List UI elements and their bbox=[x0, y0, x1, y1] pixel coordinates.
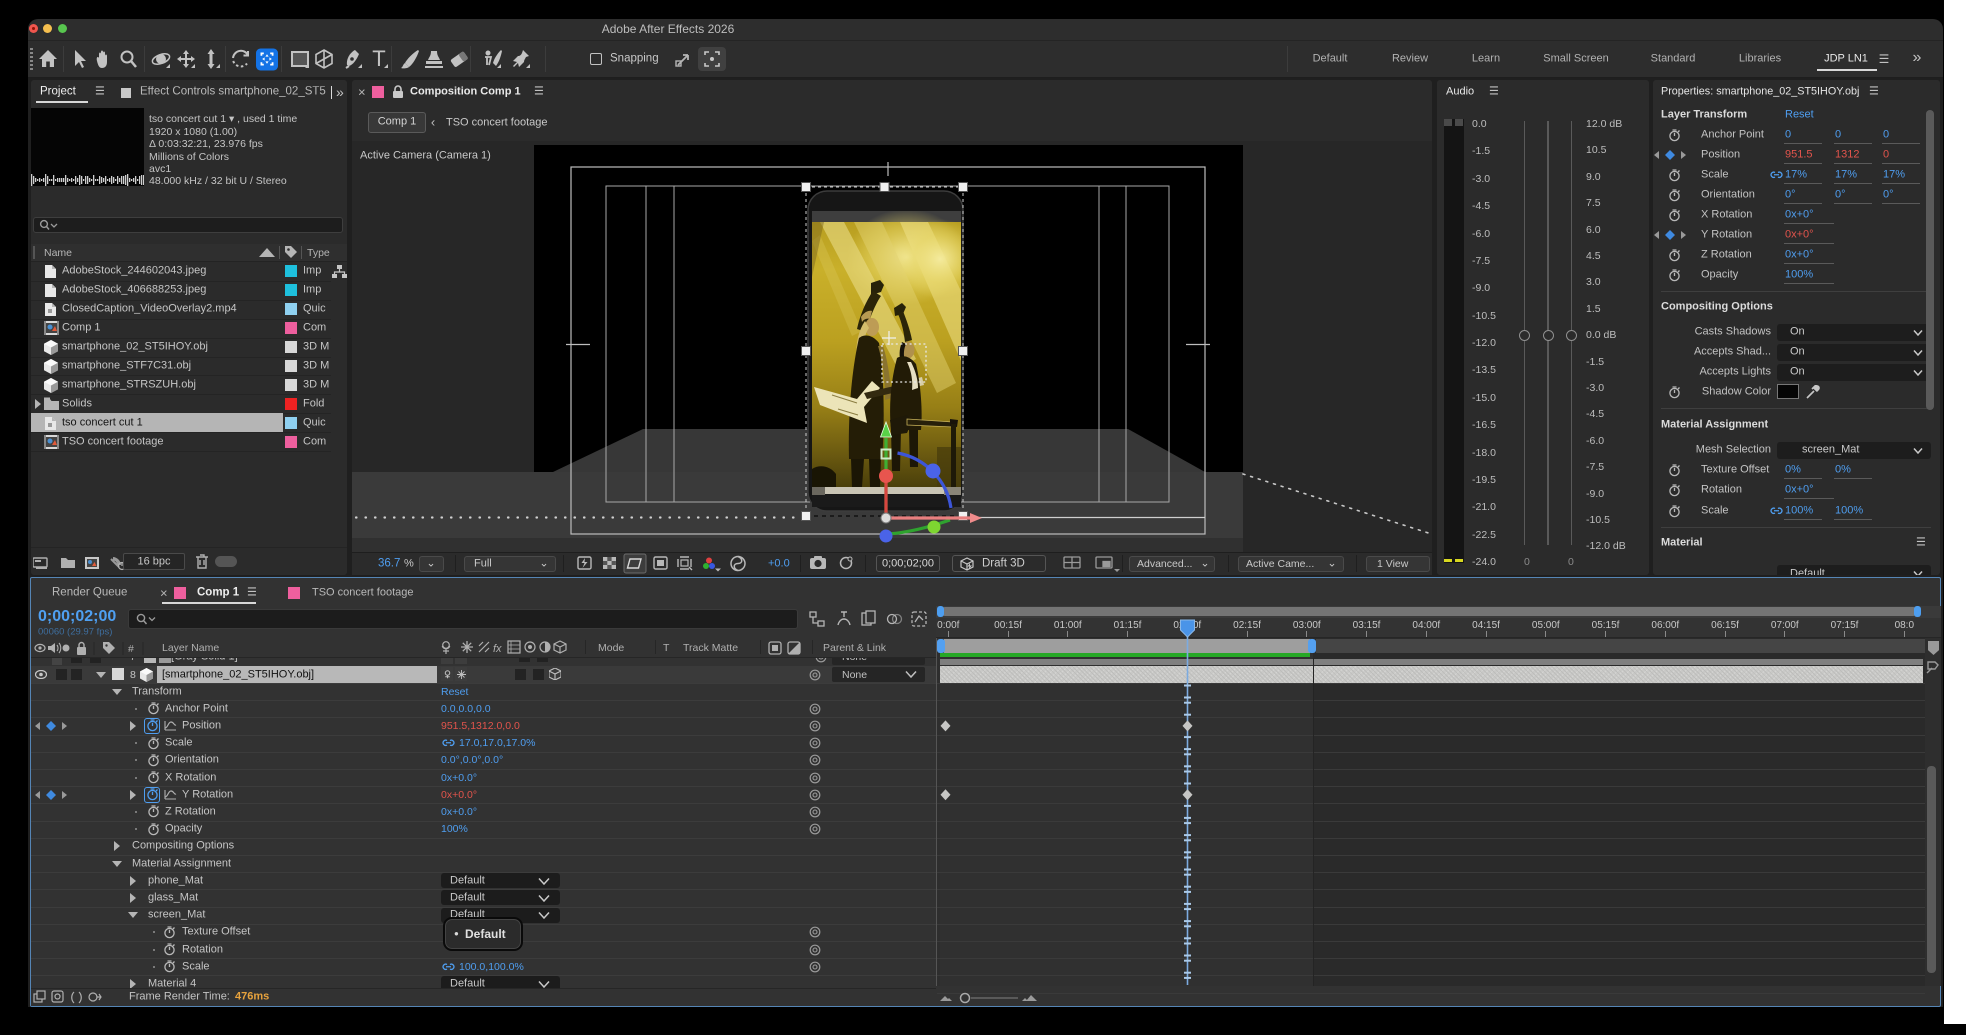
svg-text:fx: fx bbox=[493, 643, 502, 655]
svg-text:T: T bbox=[372, 46, 385, 71]
svg-text:#: # bbox=[128, 643, 134, 655]
